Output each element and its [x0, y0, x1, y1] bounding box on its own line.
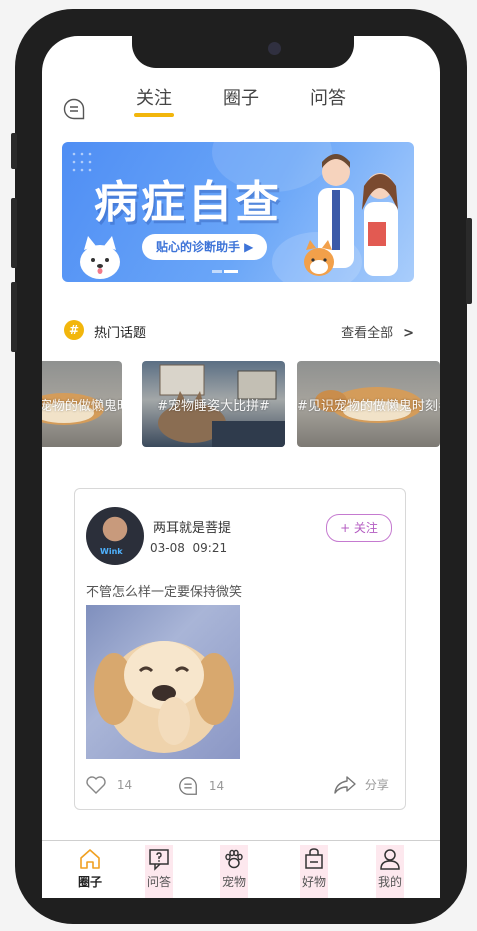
banner-cta[interactable]: 贴心的诊断助手 ▶ — [142, 234, 268, 260]
see-all-label: 查看全部 — [341, 326, 394, 341]
banner-title: 病症自查 — [94, 177, 282, 228]
topic-label: #见识宠物的做懒鬼时刻# — [42, 399, 122, 414]
hot-topics-title: 热门话题 — [94, 326, 147, 341]
nav-label: 好物 — [301, 875, 326, 889]
phone-volume-up — [11, 198, 17, 268]
avatar[interactable]: Wink — [86, 507, 144, 565]
post-image[interactable] — [86, 605, 240, 759]
bottom-nav: 圈子 问答 宠物 好物 我的 — [42, 840, 440, 898]
comment-icon — [179, 777, 197, 795]
like-button[interactable]: 14 — [85, 775, 132, 795]
like-count: 14 — [116, 777, 133, 792]
tab-follow[interactable]: 关注 — [134, 84, 174, 117]
banner-pagination — [212, 270, 246, 273]
phone-notch — [132, 36, 354, 68]
chevron-right-icon: > — [403, 326, 414, 341]
tab-qa[interactable]: 问答 — [310, 84, 346, 110]
hot-topics-header: # 热门话题 查看全部 > — [62, 318, 414, 342]
tab-circle[interactable]: 圈子 — [223, 84, 259, 110]
nav-item-mine[interactable]: 我的 — [370, 845, 410, 898]
dog-illustration — [80, 236, 120, 279]
comment-button[interactable]: 14 — [177, 775, 224, 797]
nav-label: 宠物 — [221, 875, 246, 889]
nav-item-circle[interactable]: 圈子 — [70, 847, 110, 890]
nav-item-qa[interactable]: 问答 — [139, 845, 179, 898]
see-all-link[interactable]: 查看全部 > — [341, 322, 414, 341]
avatar-caption: Wink — [100, 547, 123, 556]
topic-label: #宠物睡姿大比拼# — [157, 399, 270, 414]
post-timestamp: 03-08 09:21 — [150, 541, 227, 555]
topic-label: #见识宠物的做懒鬼时刻# — [297, 399, 440, 414]
phone-mute-switch — [11, 133, 17, 169]
post-text: 不管怎么样一定要保持微笑 — [86, 585, 243, 600]
heart-icon — [86, 776, 106, 794]
nav-item-pets[interactable]: 宠物 — [214, 845, 254, 898]
promo-banner[interactable]: 病症自查 贴心的诊断助手 ▶ — [62, 142, 414, 282]
question-icon — [149, 849, 169, 871]
post-time: 09:21 — [192, 541, 228, 555]
app-screen: 关注 圈子 问答 病症自查 贴心的诊断助手 ▶ # 热门话题 查看全部 > 宠物… — [42, 36, 440, 898]
hashtag-icon: # — [64, 320, 84, 340]
share-button[interactable]: 分享 — [333, 775, 389, 795]
post-actions: 14 14 分享 — [75, 775, 405, 801]
topic-card[interactable]: #见识宠物的做懒鬼时刻# — [42, 361, 122, 447]
post-date: 03-08 — [150, 541, 185, 555]
nav-label: 问答 — [146, 875, 171, 889]
topic-card[interactable]: #宠物睡姿大比拼# — [142, 361, 285, 447]
paw-icon — [225, 849, 243, 869]
bag-icon — [305, 848, 323, 869]
post-card[interactable]: Wink 两耳就是菩提 03-08 09:21 + 关注 不管怎么样一定要保持微… — [74, 488, 406, 810]
nav-item-goods[interactable]: 好物 — [294, 845, 334, 898]
nav-label: 我的 — [377, 875, 402, 889]
smiling-puppy-photo — [94, 641, 234, 753]
share-icon — [334, 776, 356, 794]
cat-illustration — [304, 240, 334, 276]
share-label: 分享 — [364, 777, 389, 792]
phone-volume-down — [11, 282, 17, 352]
nav-label: 圈子 — [77, 875, 102, 889]
post-username[interactable]: 两耳就是菩提 — [153, 517, 231, 536]
camera-icon — [268, 42, 281, 55]
topic-carousel[interactable]: #见识宠物的做懒鬼时刻# #宠物睡姿大比拼# #见识宠物的做懒鬼时刻# — [42, 361, 440, 447]
top-tabs: 关注 圈子 问答 — [42, 84, 440, 124]
topic-card[interactable]: #见识宠物的做懒鬼时刻# — [297, 361, 440, 447]
phone-power-button — [466, 218, 472, 304]
comment-count: 14 — [208, 778, 225, 793]
user-icon — [380, 849, 400, 870]
follow-button[interactable]: + 关注 — [326, 514, 392, 542]
home-icon — [80, 849, 100, 869]
